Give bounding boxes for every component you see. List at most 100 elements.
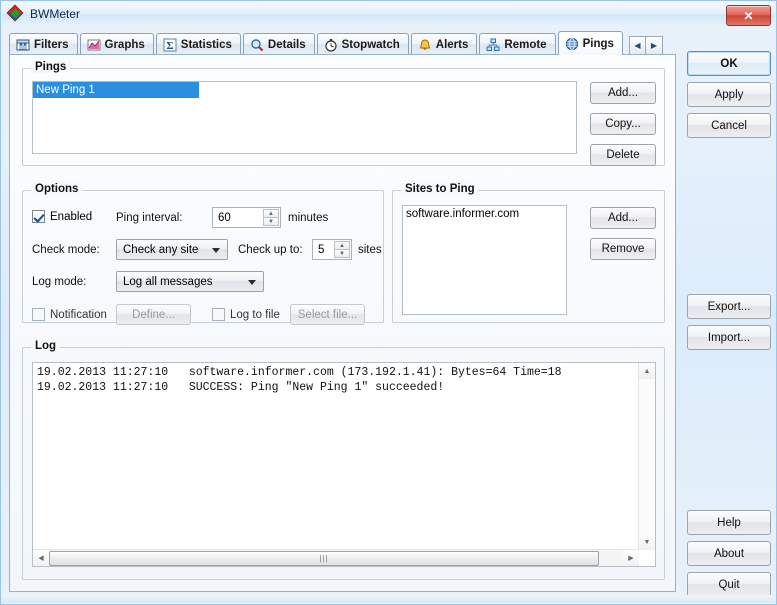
remote-network-icon [486, 38, 500, 51]
check-up-to-stepper-down[interactable]: ▼ [334, 250, 350, 258]
scroll-right-icon[interactable]: ▶ [623, 550, 639, 566]
app-window: BWMeter ✕ Filters Graphs Σ Statistics De… [0, 0, 777, 605]
check-up-to-input[interactable]: 5 ▲ ▼ [312, 239, 352, 260]
svg-text:Σ: Σ [166, 40, 173, 52]
ok-button[interactable]: OK [687, 51, 771, 76]
tab-filters[interactable]: Filters [9, 33, 78, 55]
notification-checkbox[interactable]: Notification [32, 308, 107, 321]
ping-interval-stepper-down[interactable]: ▼ [263, 218, 279, 226]
check-up-to-label: Check up to: [238, 244, 303, 256]
log-line-2: 19.02.2013 11:27:10 SUCCESS: Ping "New P… [37, 380, 445, 394]
select-file-button[interactable]: Select file... [290, 304, 365, 325]
quit-button[interactable]: Quit [687, 572, 771, 597]
check-up-to-value: 5 [318, 243, 325, 256]
log-line-1: 19.02.2013 11:27:10 software.informer.co… [37, 366, 562, 379]
tab-scroll-prev-icon[interactable]: ◀ [628, 36, 646, 55]
alerts-bell-icon [419, 38, 430, 50]
pings-panel: Pings New Ping 1 Add... Copy... Delete O… [9, 54, 676, 592]
tab-remote-label: Remote [504, 38, 547, 51]
import-button[interactable]: Import... [687, 325, 771, 350]
enabled-checkbox-label: Enabled [50, 210, 93, 223]
sites-listbox[interactable]: software.informer.com [402, 205, 567, 315]
tab-nav: ◀ ▶ [628, 33, 663, 55]
ping-interval-input[interactable]: 60 ▲ ▼ [212, 207, 281, 228]
enabled-checkbox-box[interactable] [32, 210, 45, 223]
tab-graphs[interactable]: Graphs [79, 33, 154, 55]
log-to-file-checkbox-box[interactable] [212, 308, 225, 321]
tab-details[interactable]: Details [242, 33, 315, 55]
details-magnifier-icon [251, 38, 264, 51]
check-up-to-unit: sites [358, 244, 382, 256]
define-button[interactable]: Define... [116, 304, 191, 325]
tab-stopwatch[interactable]: Stopwatch [316, 33, 409, 55]
status-bar [2, 595, 775, 603]
scroll-down-icon[interactable]: ▼ [639, 534, 655, 550]
enabled-checkbox[interactable]: Enabled [32, 210, 92, 223]
tab-strip: Filters Graphs Σ Statistics Details Stop… [9, 31, 768, 55]
window-title: BWMeter [30, 7, 81, 21]
notification-checkbox-box[interactable] [32, 308, 45, 321]
list-item[interactable]: New Ping 1 [33, 82, 199, 98]
log-textarea[interactable]: 19.02.2013 11:27:10 software.informer.co… [32, 362, 656, 567]
tab-statistics[interactable]: Σ Statistics [155, 33, 241, 55]
stopwatch-icon [325, 38, 337, 52]
ping-interval-unit: minutes [288, 212, 329, 224]
check-up-to-stepper-up[interactable]: ▲ [334, 241, 350, 250]
log-group-title: Log [31, 340, 61, 352]
sites-remove-button[interactable]: Remove [590, 238, 656, 260]
check-mode-value: Check any site [123, 243, 199, 256]
list-item[interactable]: software.informer.com [403, 206, 566, 222]
sites-group: Sites to Ping software.informer.com Add.… [392, 183, 665, 323]
ping-interval-label: Ping interval: [116, 212, 183, 224]
tab-graphs-label: Graphs [104, 38, 145, 51]
scroll-up-icon[interactable]: ▲ [639, 363, 655, 379]
log-horizontal-scrollbar[interactable]: ◀ ||| ▶ [33, 549, 639, 566]
check-up-to-stepper[interactable]: ▲ ▼ [334, 241, 350, 258]
pings-group-title: Pings [31, 61, 71, 73]
tab-details-label: Details [267, 38, 306, 51]
ping-interval-value: 60 [218, 211, 231, 224]
tab-pings-label: Pings [582, 37, 614, 50]
check-mode-select[interactable]: Check any site [116, 239, 228, 260]
chevron-down-icon [212, 247, 220, 253]
notification-checkbox-label: Notification [50, 308, 107, 321]
chevron-down-icon [248, 279, 256, 285]
log-mode-value: Log all messages [123, 275, 213, 288]
bwmeter-diamond-icon [6, 4, 24, 22]
title-bar: BWMeter ✕ [2, 2, 775, 26]
log-vertical-scrollbar[interactable]: ▲ ▼ [638, 363, 655, 550]
log-mode-label: Log mode: [32, 276, 87, 288]
pings-copy-button[interactable]: Copy... [590, 113, 656, 135]
log-to-file-checkbox-label: Log to file [230, 308, 280, 321]
cancel-button[interactable]: Cancel [687, 113, 771, 138]
log-to-file-checkbox[interactable]: Log to file [212, 308, 280, 321]
pings-group: Pings New Ping 1 Add... Copy... Delete [22, 61, 665, 166]
help-button[interactable]: Help [687, 510, 771, 535]
graphs-chart-icon [87, 39, 101, 50]
options-group-title: Options [31, 183, 83, 195]
close-icon[interactable]: ✕ [726, 5, 771, 26]
tab-pings[interactable]: Pings [557, 31, 623, 55]
tab-stopwatch-label: Stopwatch [341, 38, 400, 51]
pings-delete-button[interactable]: Delete [590, 144, 656, 166]
pings-add-button[interactable]: Add... [590, 82, 656, 104]
ping-interval-stepper[interactable]: ▲ ▼ [263, 209, 279, 226]
tab-statistics-label: Statistics [180, 38, 232, 51]
about-button[interactable]: About [687, 541, 771, 566]
ping-interval-stepper-up[interactable]: ▲ [263, 209, 279, 218]
pings-globe-icon [565, 37, 578, 50]
apply-button[interactable]: Apply [687, 82, 771, 107]
log-hscroll-thumb[interactable]: ||| [49, 551, 599, 566]
pings-listbox[interactable]: New Ping 1 [32, 81, 577, 154]
tab-scroll-next-icon[interactable]: ▶ [645, 36, 663, 55]
tab-alerts-label: Alerts [435, 38, 469, 51]
export-button[interactable]: Export... [687, 294, 771, 319]
tab-filters-label: Filters [34, 38, 69, 51]
sites-group-title: Sites to Ping [401, 183, 479, 195]
scroll-left-icon[interactable]: ◀ [33, 550, 49, 566]
statistics-sigma-icon: Σ [163, 38, 177, 52]
tab-remote[interactable]: Remote [479, 33, 556, 55]
log-mode-select[interactable]: Log all messages [116, 271, 264, 292]
sites-add-button[interactable]: Add... [590, 207, 656, 229]
tab-alerts[interactable]: Alerts [410, 33, 478, 55]
